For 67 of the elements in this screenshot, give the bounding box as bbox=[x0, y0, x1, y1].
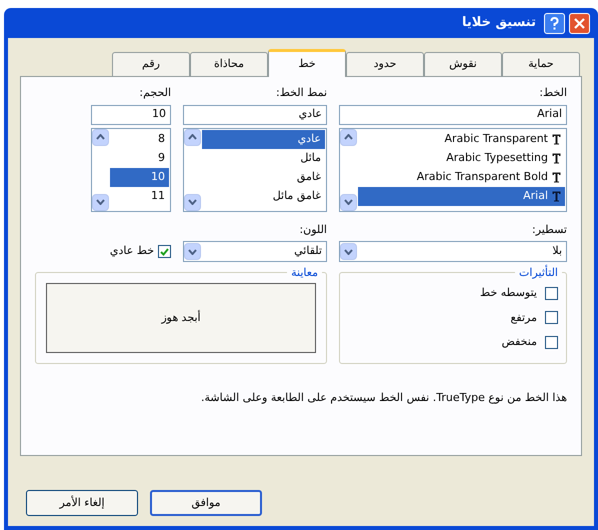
list-item[interactable]: Arabic Transparent bbox=[358, 130, 565, 148]
dropdown-arrow-button[interactable] bbox=[184, 243, 201, 260]
tab[interactable]: حماية bbox=[502, 52, 580, 76]
list-value-field[interactable]: Arial bbox=[339, 104, 567, 124]
checkbox[interactable] bbox=[545, 311, 558, 324]
checkmark-icon bbox=[160, 248, 169, 256]
tab[interactable]: خط bbox=[268, 49, 346, 77]
list-item[interactable]: 9 bbox=[110, 148, 169, 168]
list-item[interactable]: 8 bbox=[110, 130, 169, 148]
scroll-up-button[interactable] bbox=[92, 128, 109, 146]
list-label: الخط: bbox=[538, 85, 567, 101]
list-label: الحجم: bbox=[138, 85, 171, 101]
tab[interactable]: محاذاة bbox=[190, 52, 268, 76]
list-value-field[interactable]: 10 bbox=[91, 104, 171, 124]
checkbox-label: خط عادي bbox=[110, 243, 154, 260]
close-icon bbox=[574, 18, 585, 28]
font-type-icon bbox=[552, 190, 561, 202]
list-item[interactable]: غامق bbox=[202, 168, 325, 186]
group-title: التأثيرات bbox=[515, 265, 562, 282]
chevron-up-icon bbox=[344, 134, 353, 140]
list-item[interactable]: مائل bbox=[202, 148, 325, 168]
dialog-button[interactable]: إلغاء الأمر bbox=[26, 490, 138, 516]
chevron-down-icon bbox=[344, 199, 353, 205]
scroll-down-button[interactable] bbox=[92, 194, 109, 210]
list-item[interactable]: غامق مائل bbox=[202, 186, 325, 206]
list-value-field[interactable]: عادي bbox=[183, 104, 327, 124]
checkbox-label: مرتفع bbox=[510, 310, 537, 326]
chevron-down-icon bbox=[344, 248, 353, 254]
scroll-down-button[interactable] bbox=[340, 194, 357, 210]
underline-label: تسطير: bbox=[531, 222, 567, 238]
font-type-icon bbox=[552, 152, 561, 164]
list-item[interactable]: Arial bbox=[358, 186, 565, 206]
tab[interactable]: حدود bbox=[346, 52, 424, 76]
checkbox-label: منخفض bbox=[502, 334, 537, 350]
tab[interactable]: رقم bbox=[112, 52, 190, 76]
list-item[interactable]: 11 bbox=[110, 186, 169, 206]
list-label: نمط الخط: bbox=[274, 85, 327, 101]
list-item[interactable]: 10 bbox=[110, 168, 169, 186]
scroll-up-button[interactable] bbox=[340, 128, 357, 146]
checkbox[interactable] bbox=[158, 245, 171, 258]
chevron-down-icon bbox=[188, 248, 197, 254]
checkbox-label: يتوسطه خط bbox=[480, 285, 537, 301]
dropdown[interactable]: بلا bbox=[339, 241, 567, 262]
dropdown[interactable]: تلقائي bbox=[183, 241, 327, 262]
chevron-down-icon bbox=[188, 199, 197, 205]
dialog-button[interactable]: موافق bbox=[150, 490, 262, 516]
list-item[interactable]: عادي bbox=[202, 130, 325, 148]
preview-box: أبجد هوز bbox=[46, 283, 316, 353]
checkbox[interactable] bbox=[545, 286, 558, 300]
font-note: هذا الخط من نوع TrueType. نفس الخط سيستخدم على الطابعة وعلى الشاشة. bbox=[200, 390, 567, 406]
scroll-up-button[interactable] bbox=[184, 128, 201, 146]
close-button[interactable] bbox=[569, 12, 590, 34]
scroll-down-button[interactable] bbox=[184, 194, 201, 210]
checkbox[interactable] bbox=[545, 336, 558, 349]
list-item[interactable]: Arabic Typesetting bbox=[358, 148, 565, 168]
font-type-icon bbox=[552, 134, 561, 144]
question-mark-icon bbox=[550, 16, 559, 30]
dropdown-arrow-button[interactable] bbox=[340, 243, 357, 260]
tab[interactable]: نقوش bbox=[424, 52, 502, 76]
color-label: اللون: bbox=[298, 222, 327, 238]
list-item[interactable]: Arabic Transparent Bold bbox=[358, 168, 565, 186]
help-button[interactable] bbox=[544, 12, 565, 34]
font-type-icon bbox=[552, 172, 561, 182]
window-title: تنسيق خلايا bbox=[462, 14, 536, 32]
chevron-up-icon bbox=[96, 134, 105, 140]
chevron-down-icon bbox=[96, 199, 105, 205]
chevron-up-icon bbox=[188, 134, 197, 140]
